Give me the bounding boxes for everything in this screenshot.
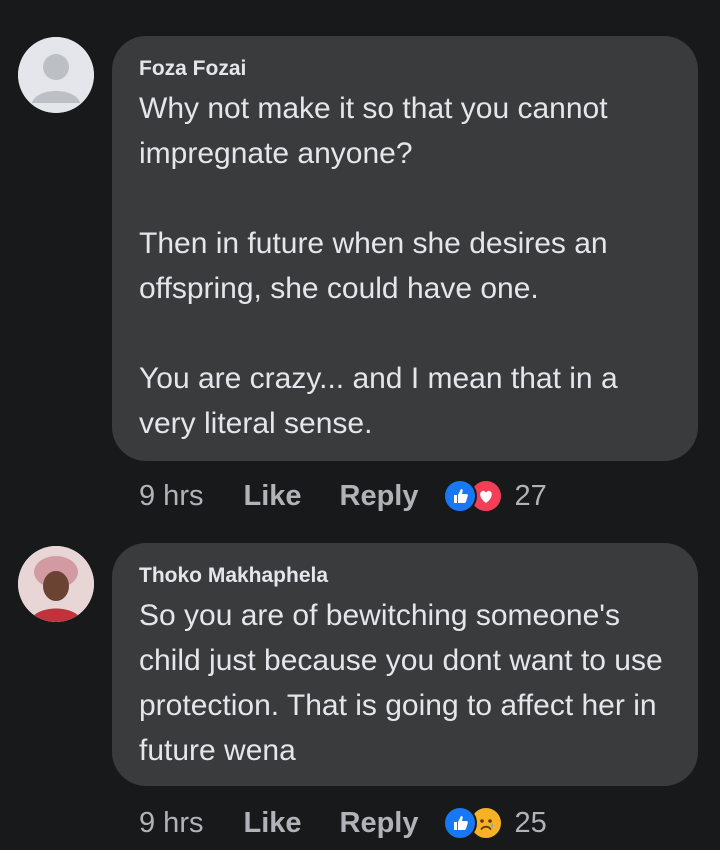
reactions-summary[interactable]: 27 (442, 479, 547, 513)
comment-text: Why not make it so that you cannot impre… (139, 92, 618, 440)
reaction-count: 25 (514, 806, 547, 839)
reply-button[interactable]: Reply (340, 480, 419, 513)
comment-timestamp[interactable]: 9 hrs (139, 480, 203, 513)
avatar-default[interactable] (18, 37, 94, 113)
comment-bubble: Foza Fozai Why not make it so that you c… (112, 36, 698, 461)
like-button[interactable]: Like (243, 480, 301, 513)
comment-actions: 9 hrs Like Reply 27 (139, 478, 547, 514)
default-avatar-icon (18, 37, 94, 113)
like-icon (442, 479, 477, 513)
comment-timestamp[interactable]: 9 hrs (139, 807, 203, 840)
comment-bubble: Thoko Makhaphela So you are of bewitchin… (112, 543, 698, 786)
reply-button[interactable]: Reply (340, 807, 419, 840)
reaction-count: 27 (514, 479, 547, 512)
like-icon (442, 806, 477, 840)
avatar-photo[interactable] (18, 546, 94, 622)
like-button[interactable]: Like (243, 807, 301, 840)
comment-actions: 9 hrs Like Reply 25 (139, 805, 547, 841)
comment-author[interactable]: Foza Fozai (139, 56, 674, 82)
comment-author[interactable]: Thoko Makhaphela (139, 563, 674, 589)
reactions-summary[interactable]: 25 (442, 806, 547, 840)
profile-photo-icon (18, 546, 94, 622)
comment-text: So you are of bewitching someone's child… (139, 599, 663, 767)
